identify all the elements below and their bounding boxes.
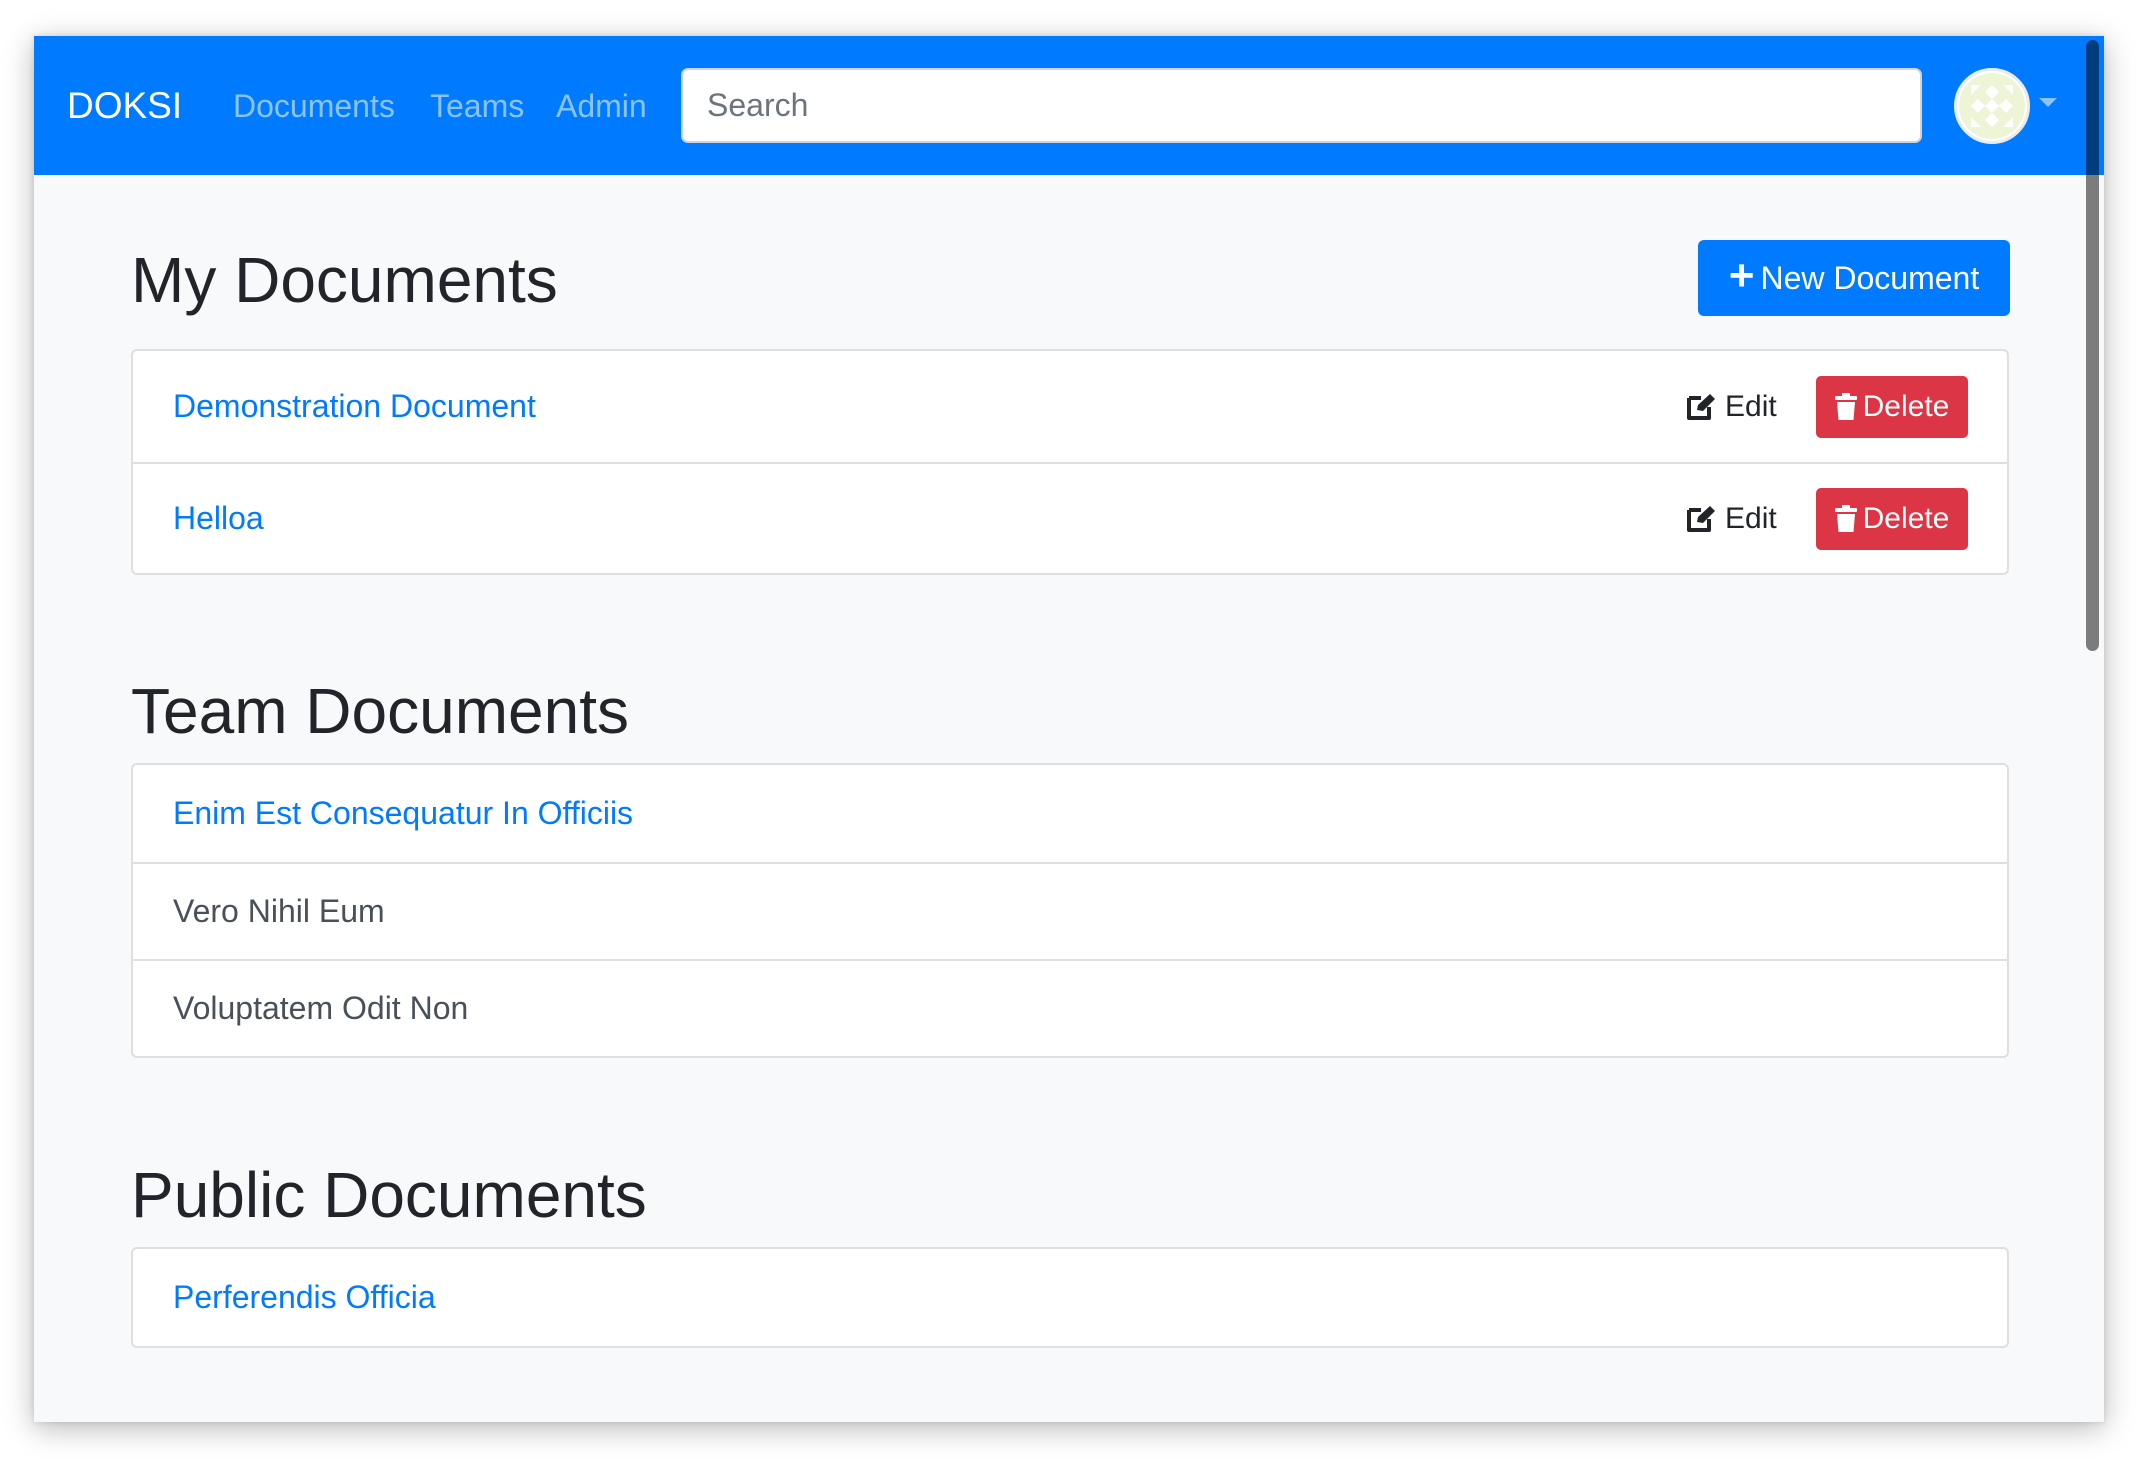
public-documents-list: Perferendis Officia (131, 1247, 2009, 1348)
document-link[interactable]: Enim Est Consequatur In Officiis (173, 795, 633, 832)
identicon-icon (1959, 73, 2025, 139)
edit-icon (1687, 505, 1715, 532)
user-avatar[interactable] (1954, 68, 2030, 144)
document-name: Vero Nihil Eum (173, 893, 385, 929)
delete-button[interactable]: Delete (1816, 375, 1968, 438)
browser-window: DOKSI Documents Teams Admin Search My Do… (34, 36, 2104, 1422)
list-item: Perferendis Officia (133, 1249, 2007, 1346)
document-link[interactable]: Demonstration Document (173, 388, 536, 425)
edit-label: Edit (1725, 389, 1777, 423)
document-link[interactable]: Helloa (173, 500, 264, 537)
navbar: DOKSI Documents Teams Admin (34, 36, 2104, 175)
new-document-label: New Document (1760, 259, 1980, 296)
delete-button[interactable]: Delete (1816, 487, 1968, 550)
list-item: Voluptatem Odit Non (133, 959, 2007, 1056)
public-documents-heading: Public Documents (131, 1159, 647, 1231)
list-item: Demonstration Document Edit Delete (133, 351, 2007, 462)
plus-icon: + (1728, 251, 1755, 300)
team-documents-list: Enim Est Consequatur In Officiis Vero Ni… (131, 763, 2009, 1058)
my-documents-list: Demonstration Document Edit Delete Hello… (131, 349, 2009, 575)
new-document-button[interactable]: + New Document (1698, 240, 2010, 316)
list-item: Enim Est Consequatur In Officiis (133, 765, 2007, 862)
scrollbar-thumb[interactable] (2086, 40, 2099, 651)
nav-link-teams[interactable]: Teams (430, 88, 524, 124)
document-name: Voluptatem Odit Non (173, 990, 469, 1026)
trash-icon (1834, 504, 1857, 532)
edit-button[interactable]: Edit (1686, 390, 1777, 424)
list-item: Vero Nihil Eum (133, 862, 2007, 959)
document-link[interactable]: Perferendis Officia (173, 1279, 436, 1316)
brand-logo[interactable]: DOKSI (67, 86, 182, 126)
team-documents-heading: Team Documents (131, 675, 629, 747)
list-item: Helloa Edit Delete (133, 462, 2007, 573)
delete-label: Delete (1862, 501, 1950, 535)
edit-label: Edit (1725, 501, 1777, 535)
edit-icon (1687, 393, 1715, 420)
delete-label: Delete (1862, 389, 1950, 423)
nav-link-admin[interactable]: Admin (556, 88, 647, 124)
my-documents-heading: My Documents (131, 244, 558, 316)
caret-down-icon[interactable] (2039, 98, 2057, 107)
nav-link-documents[interactable]: Documents (233, 88, 395, 124)
search-input[interactable] (681, 68, 1922, 143)
edit-button[interactable]: Edit (1686, 502, 1777, 536)
trash-icon (1834, 392, 1857, 420)
